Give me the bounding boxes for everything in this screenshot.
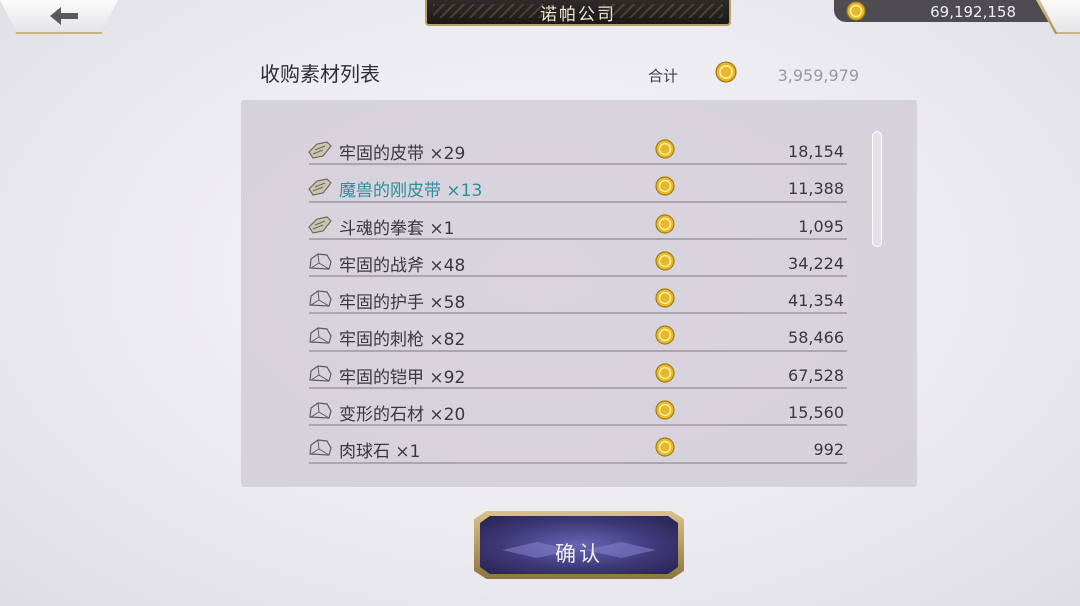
item-price: 1,095 <box>798 216 844 236</box>
confirm-button[interactable]: 确认 <box>474 511 684 579</box>
item-price: 58,466 <box>788 328 844 348</box>
gold-coin-icon <box>655 251 675 275</box>
item-name: 牢固的铠甲 ×92 <box>339 367 466 388</box>
row-divider <box>309 387 847 390</box>
leather-material-icon <box>307 175 333 201</box>
item-price: 34,224 <box>788 253 844 273</box>
gold-coin-icon <box>655 288 675 312</box>
gold-coin-icon <box>655 213 675 238</box>
gold-coin-icon <box>655 176 675 200</box>
row-divider <box>309 200 847 203</box>
item-price: 15,560 <box>788 403 844 423</box>
list-item[interactable]: 肉球石 ×1 992 <box>307 430 847 467</box>
list-item[interactable]: 牢固的皮带 ×29 18,154 <box>307 132 847 169</box>
row-divider <box>309 349 847 352</box>
list-item[interactable]: 魔兽的刚皮带 ×13 11,388 <box>307 169 847 206</box>
row-divider <box>309 275 847 278</box>
item-name: 牢固的皮带 ×29 <box>339 144 466 164</box>
material-list: 牢固的皮带 ×29 18,154 魔兽的刚皮带 ×13 11,388 斗魂的拳套 ×1 1… <box>307 132 847 468</box>
item-name: 斗魂的拳套 ×1 <box>339 218 455 239</box>
arrow-left-icon <box>50 7 78 25</box>
list-item[interactable]: 牢固的刺枪 ×82 58,466 <box>307 318 847 355</box>
confirm-label: 确认 <box>555 542 603 566</box>
list-item[interactable]: 变形的石材 ×20 15,560 <box>307 393 847 430</box>
gold-coin-icon <box>655 400 675 424</box>
currency-value: 69,192,158 <box>930 3 1016 21</box>
item-name: 牢固的刺枪 ×82 <box>339 330 466 351</box>
item-price: 11,388 <box>788 179 844 199</box>
stone-material-icon <box>307 362 333 388</box>
total-value: 3,959,979 <box>777 66 859 85</box>
item-price: 41,354 <box>788 291 844 311</box>
gold-coin-icon <box>655 139 675 163</box>
list-item[interactable]: 牢固的战斧 ×48 34,224 <box>307 244 847 281</box>
item-name: 魔兽的刚皮带 ×13 <box>339 181 483 202</box>
row-divider <box>309 237 847 240</box>
title-decoration <box>603 4 723 18</box>
row-divider <box>309 424 847 427</box>
back-button[interactable] <box>0 0 118 34</box>
gold-coin-icon <box>715 61 737 83</box>
gold-coin-icon <box>655 363 675 387</box>
page-title-plate: 诺帕公司 <box>425 0 731 26</box>
item-name: 肉球石 ×1 <box>339 442 421 463</box>
list-item[interactable]: 牢固的铠甲 ×92 67,528 <box>307 356 847 393</box>
leather-material-icon <box>307 213 333 239</box>
stone-material-icon <box>307 250 333 276</box>
confirm-button-face: 确认 <box>480 516 678 574</box>
gold-coin-icon <box>846 1 866 21</box>
item-name: 变形的石材 ×20 <box>339 405 466 426</box>
title-decoration <box>433 4 553 18</box>
list-scrollbar[interactable] <box>872 131 882 247</box>
material-list-panel: 牢固的皮带 ×29 18,154 魔兽的刚皮带 ×13 11,388 斗魂的拳套 ×1 1… <box>241 100 917 487</box>
item-name: 牢固的战斧 ×48 <box>339 255 466 276</box>
gold-coin-icon <box>655 325 675 349</box>
leather-material-icon <box>307 138 333 164</box>
row-divider <box>309 163 847 166</box>
item-price: 67,528 <box>788 365 844 385</box>
list-item[interactable]: 牢固的护手 ×58 41,354 <box>307 281 847 318</box>
row-divider <box>309 461 847 464</box>
stone-material-icon <box>307 436 333 462</box>
stone-material-icon <box>307 287 333 313</box>
total-label: 合计 <box>648 67 679 85</box>
row-divider <box>309 312 847 315</box>
list-item[interactable]: 斗魂的拳套 ×1 1,095 <box>307 207 847 244</box>
item-name: 牢固的护手 ×58 <box>339 293 466 314</box>
gold-coin-icon <box>655 437 675 461</box>
stone-material-icon <box>307 399 333 425</box>
currency-display: 69,192,158 <box>834 0 1054 22</box>
item-price: 18,154 <box>788 142 844 161</box>
item-price: 992 <box>813 440 844 460</box>
list-title: 收购素材列表 <box>260 62 380 86</box>
stone-material-icon <box>307 324 333 350</box>
